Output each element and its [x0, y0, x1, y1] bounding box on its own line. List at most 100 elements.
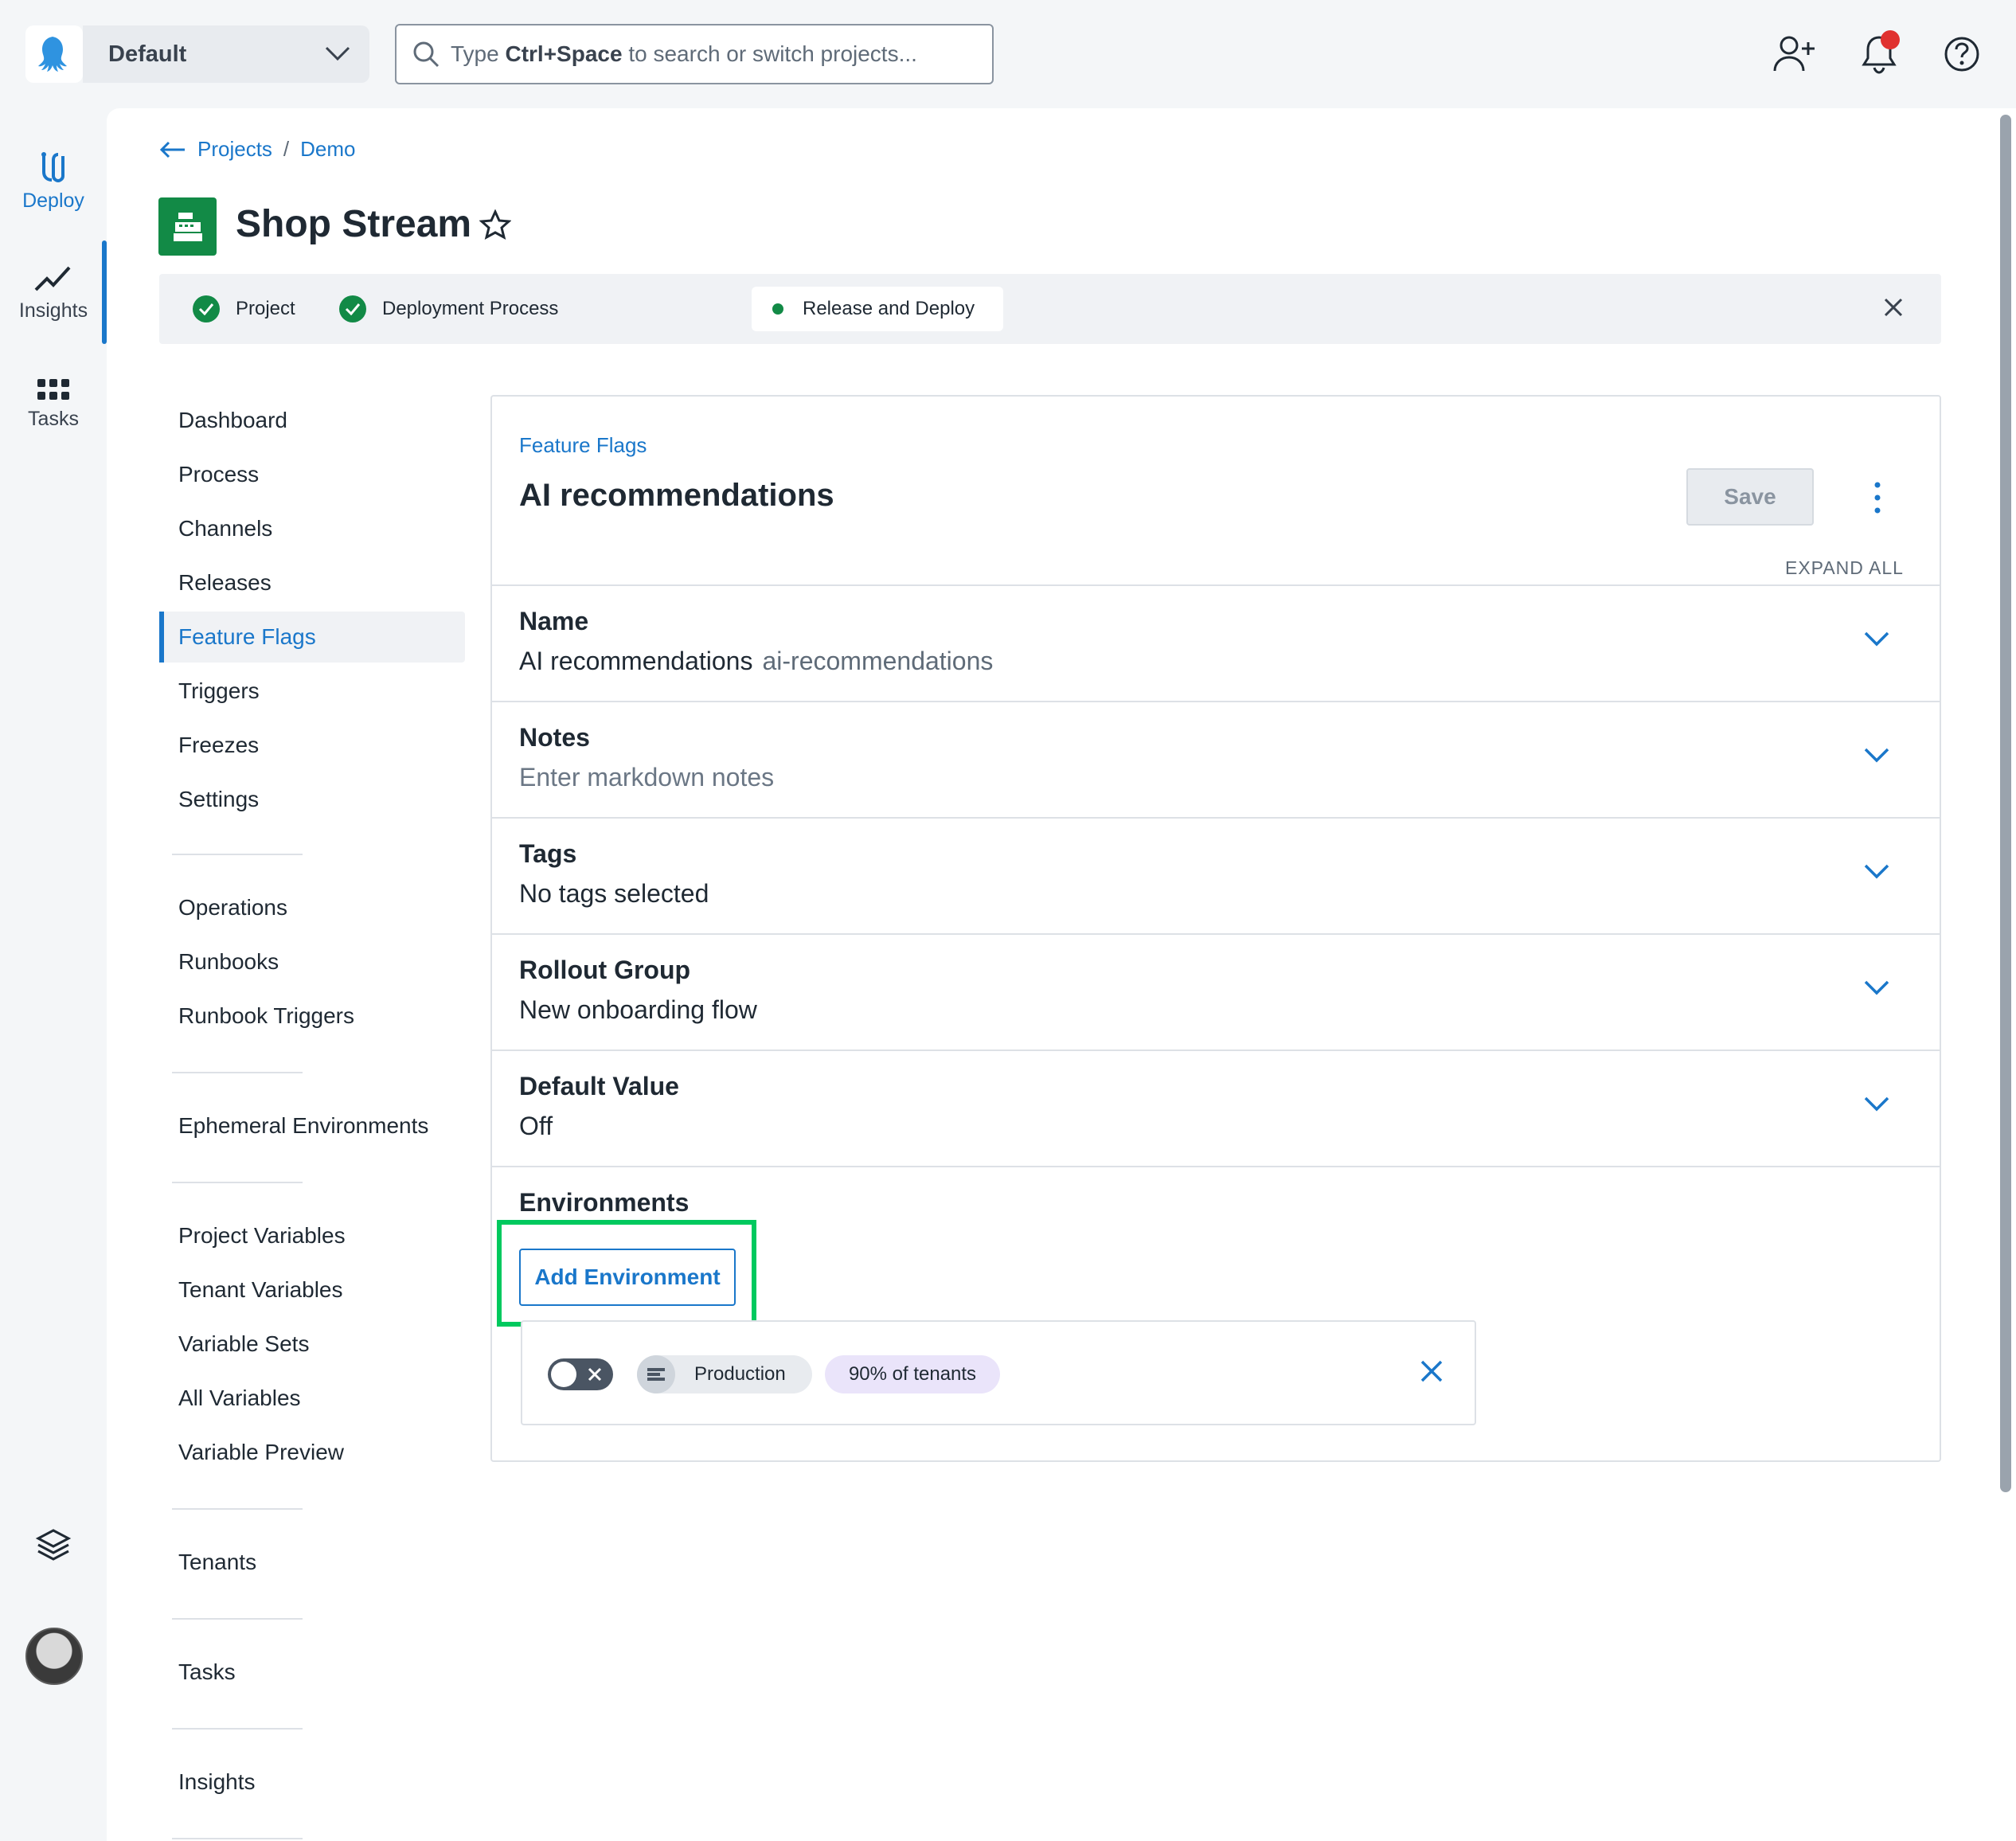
chevron-down-icon[interactable] [1863, 631, 1890, 648]
subnav-item-freezes[interactable]: Freezes [178, 733, 259, 758]
subnav-item-tenant-variables[interactable]: Tenant Variables [178, 1277, 343, 1303]
current-step-dot-icon [772, 303, 783, 315]
subnav-item-all-variables[interactable]: All Variables [178, 1386, 301, 1411]
feature-flag-title: AI recommendations [519, 478, 834, 513]
subnav-item-insights[interactable]: Insights [178, 1769, 256, 1795]
toggle-knob [551, 1362, 576, 1387]
flag-name-value: AI recommendations [519, 647, 753, 675]
subnav-item-runbooks[interactable]: Runbooks [178, 949, 279, 975]
section-tags[interactable]: Tags No tags selected [492, 817, 1940, 933]
environment-row: Production 90% of tenants [521, 1320, 1476, 1425]
subnav-item-project-variables[interactable]: Project Variables [178, 1223, 346, 1249]
breadcrumb-projects[interactable]: Projects [197, 137, 272, 162]
rollout-group-value: New onboarding flow [519, 995, 757, 1024]
chevron-down-icon[interactable] [1863, 979, 1890, 997]
section-rollout-group[interactable]: Rollout Group New onboarding flow [492, 933, 1940, 1049]
help-button[interactable] [1940, 32, 1984, 76]
notes-placeholder: Enter markdown notes [519, 763, 775, 792]
check-circle-icon [339, 295, 366, 322]
cash-register-icon [173, 212, 202, 241]
subnav-item-variable-sets[interactable]: Variable Sets [178, 1331, 309, 1357]
search-placeholder: Type Ctrl+Space to search or switch proj… [451, 41, 917, 66]
subnav-item-ephemeral-environments[interactable]: Ephemeral Environments [178, 1113, 428, 1139]
environment-chip: Production [637, 1355, 812, 1393]
breadcrumb-separator: / [283, 137, 290, 161]
close-icon[interactable] [1882, 296, 1905, 319]
search-input[interactable]: Type Ctrl+Space to search or switch proj… [395, 24, 994, 84]
user-avatar[interactable] [25, 1628, 83, 1685]
layers-icon[interactable] [35, 1527, 72, 1564]
step-release-and-deploy[interactable]: Release and Deploy [763, 274, 975, 344]
expand-all-link[interactable]: EXPAND ALL [1785, 557, 1904, 579]
onboarding-steps: Project Deployment Process Release and D… [159, 274, 1941, 344]
remove-environment-icon[interactable] [1419, 1358, 1444, 1384]
notifications-button[interactable] [1857, 30, 1901, 76]
page-title: Shop Stream [236, 203, 472, 245]
subnav-divider [172, 1728, 303, 1730]
octopus-logo[interactable] [25, 25, 83, 83]
chevron-down-icon[interactable] [1863, 1096, 1890, 1113]
subnav-item-process[interactable]: Process [178, 462, 259, 487]
help-icon [1944, 37, 1979, 72]
subnav-item-dashboard[interactable]: Dashboard [178, 408, 287, 433]
subnav-item-variable-preview[interactable]: Variable Preview [178, 1440, 344, 1465]
nav-insights[interactable]: Insights [0, 263, 107, 322]
top-bar: Default Type Ctrl+Space to search or swi… [0, 0, 2016, 108]
scrollbar[interactable] [2000, 115, 2011, 1492]
section-default-value[interactable]: Default Value Off [492, 1049, 1940, 1166]
environment-toggle[interactable] [548, 1358, 613, 1390]
subnav-divider [172, 854, 303, 855]
space-selector[interactable]: Default [83, 25, 369, 83]
environment-icon [637, 1355, 675, 1393]
chevron-down-icon[interactable] [1863, 863, 1890, 881]
toggle-off-x-icon [588, 1367, 602, 1382]
check-circle-icon [193, 295, 220, 322]
add-user-icon [1773, 36, 1815, 72]
left-navigation: Deploy Insights Tasks [0, 108, 107, 1841]
search-icon [413, 41, 440, 68]
subnav-item-tasks[interactable]: Tasks [178, 1659, 236, 1685]
tags-value: No tags selected [519, 879, 709, 908]
default-value: Off [519, 1112, 553, 1140]
tasks-icon [37, 379, 69, 400]
subnav-item-releases[interactable]: Releases [178, 570, 272, 596]
save-button[interactable]: Save [1686, 468, 1814, 526]
invite-user-button[interactable] [1772, 32, 1817, 76]
subnav-divider [172, 1838, 303, 1839]
more-options-icon[interactable] [1869, 481, 1885, 514]
nav-deploy[interactable]: Deploy [0, 150, 107, 213]
chevron-down-icon[interactable] [1863, 747, 1890, 764]
favorite-star-icon[interactable] [479, 209, 511, 240]
subnav-item-channels[interactable]: Channels [178, 516, 272, 541]
breadcrumb: Projects / Demo [159, 137, 356, 162]
subnav-item-triggers[interactable]: Triggers [178, 678, 260, 704]
card-breadcrumb-feature-flags[interactable]: Feature Flags [519, 433, 647, 458]
subnav-divider [172, 1072, 303, 1073]
nav-tasks[interactable]: Tasks [0, 376, 107, 431]
section-name[interactable]: Name AI recommendations ai-recommendation… [492, 584, 1940, 701]
feature-flag-card: Feature Flags AI recommendations Save EX… [490, 395, 1941, 1462]
step-deployment-process[interactable]: Deployment Process [339, 274, 558, 344]
notification-badge [1881, 30, 1900, 49]
add-environment-button[interactable]: Add Environment [519, 1249, 736, 1306]
octopus-logo-icon [38, 37, 67, 72]
breadcrumb-demo[interactable]: Demo [300, 137, 355, 162]
step-project[interactable]: Project [193, 274, 295, 344]
deploy-icon [41, 152, 64, 183]
subnav-divider [172, 1182, 303, 1183]
project-logo [158, 197, 217, 256]
subnav-divider [172, 1618, 303, 1620]
section-notes[interactable]: Notes Enter markdown notes [492, 701, 1940, 817]
tenants-percentage-chip: 90% of tenants [825, 1355, 1000, 1393]
subnav-item-feature-flags[interactable]: Feature Flags [178, 624, 316, 650]
subnav-item-settings[interactable]: Settings [178, 787, 259, 812]
back-arrow-icon[interactable] [159, 140, 186, 159]
flag-slug: ai-recommendations [762, 647, 994, 675]
space-name: Default [108, 41, 187, 67]
insights-icon [34, 266, 71, 291]
subnav-item-operations[interactable]: Operations [178, 895, 287, 920]
subnav-divider [172, 1508, 303, 1510]
subnav-item-runbook-triggers[interactable]: Runbook Triggers [178, 1003, 354, 1029]
chevron-down-icon [325, 46, 350, 61]
subnav-item-tenants[interactable]: Tenants [178, 1550, 256, 1575]
